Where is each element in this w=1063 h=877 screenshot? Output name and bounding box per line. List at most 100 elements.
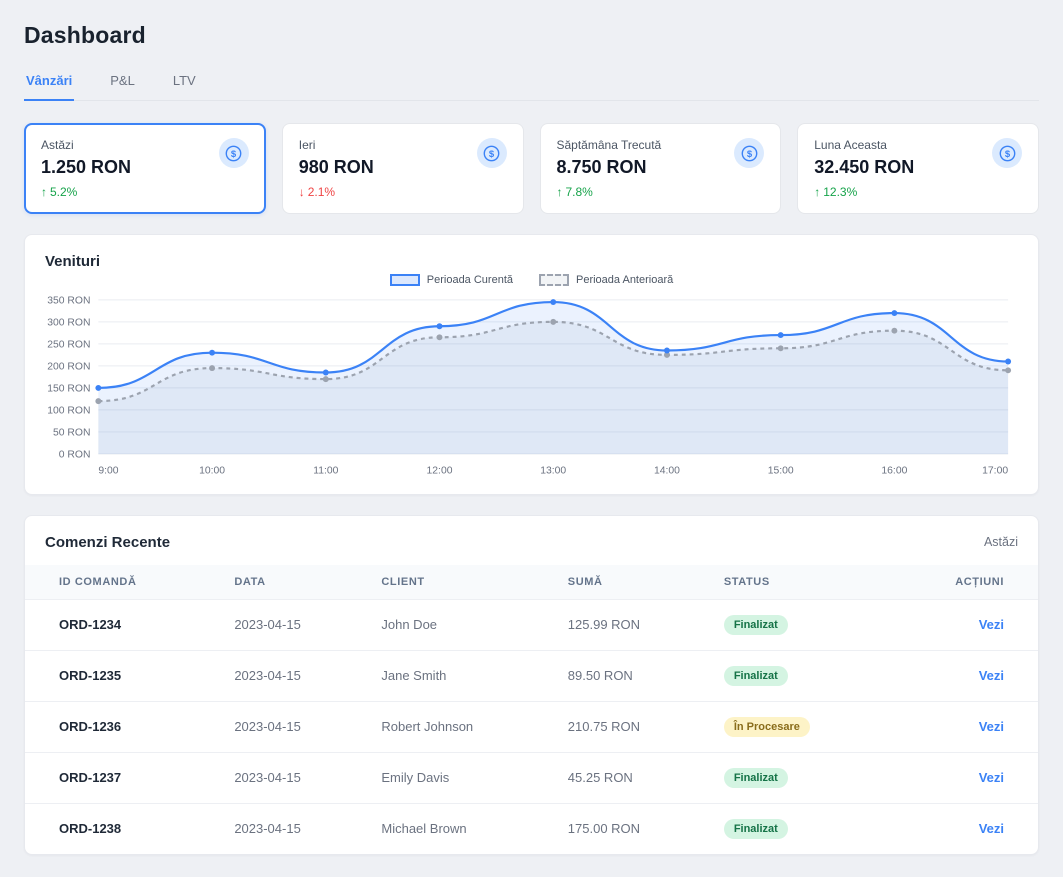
view-order-link[interactable]: Vezi xyxy=(979,617,1004,632)
orders-table: ID Comandă Data Client Sumă Status Acțiu… xyxy=(25,565,1038,854)
order-amount: 89.50 RON xyxy=(554,650,710,701)
chart-legend: Perioada Curentă Perioada Anterioară xyxy=(45,274,1018,286)
stat-card-yesterday[interactable]: Ieri 980 RON ↓ 2.1% $ xyxy=(282,123,524,214)
stat-change-value: 7.8% xyxy=(566,185,593,199)
stat-card-today[interactable]: Astăzi 1.250 RON ↑ 5.2% $ xyxy=(24,123,266,214)
table-row: ORD-1236 2023-04-15 Robert Johnson 210.7… xyxy=(25,701,1038,752)
chart-title: Venituri xyxy=(45,253,1018,270)
legend-swatch-solid xyxy=(390,274,420,286)
tab-bar: Vânzări P&L LTV xyxy=(24,69,1039,101)
svg-text:300 RON: 300 RON xyxy=(47,317,90,328)
stat-change: ↓ 2.1% xyxy=(299,185,374,199)
order-date: 2023-04-15 xyxy=(220,599,367,650)
svg-text:14:00: 14:00 xyxy=(654,466,680,477)
stat-label: Luna Aceasta xyxy=(814,138,914,152)
legend-swatch-dashed xyxy=(539,274,569,286)
svg-text:150 RON: 150 RON xyxy=(47,383,90,394)
table-row: ORD-1234 2023-04-15 John Doe 125.99 RON … xyxy=(25,599,1038,650)
recent-orders-card: Comenzi Recente Astăzi ID Comandă Data C… xyxy=(24,515,1039,855)
col-header-amount: Sumă xyxy=(554,565,710,600)
dollar-circle-icon: $ xyxy=(734,138,764,168)
stat-change-value: 5.2% xyxy=(50,185,77,199)
order-amount: 210.75 RON xyxy=(554,701,710,752)
order-id: ORD-1238 xyxy=(25,803,220,854)
legend-item-previous-period[interactable]: Perioada Anterioară xyxy=(539,274,673,286)
revenue-line-chart: 0 RON50 RON100 RON150 RON200 RON250 RON3… xyxy=(45,288,1018,482)
dollar-circle-icon: $ xyxy=(219,138,249,168)
col-header-order-id: ID Comandă xyxy=(25,565,220,600)
stat-card-last-week[interactable]: Săptămâna Trecută 8.750 RON ↑ 7.8% $ xyxy=(540,123,782,214)
svg-text:$: $ xyxy=(231,149,237,160)
order-amount: 175.00 RON xyxy=(554,803,710,854)
svg-text:0 RON: 0 RON xyxy=(59,449,91,460)
trend-up-icon: ↑ xyxy=(41,185,47,199)
dashboard-page: Dashboard Vânzări P&L LTV Astăzi 1.250 R… xyxy=(0,0,1063,877)
orders-period-label: Astăzi xyxy=(984,535,1018,549)
svg-text:16:00: 16:00 xyxy=(881,466,907,477)
status-badge: Finalizat xyxy=(724,615,788,635)
status-badge: Finalizat xyxy=(724,666,788,686)
order-amount: 45.25 RON xyxy=(554,752,710,803)
view-order-link[interactable]: Vezi xyxy=(979,719,1004,734)
tab-ltv[interactable]: LTV xyxy=(171,69,198,101)
tab-vanzari[interactable]: Vânzări xyxy=(24,69,74,101)
svg-text:250 RON: 250 RON xyxy=(47,339,90,350)
table-row: ORD-1235 2023-04-15 Jane Smith 89.50 RON… xyxy=(25,650,1038,701)
order-client: Jane Smith xyxy=(367,650,553,701)
col-header-client: Client xyxy=(367,565,553,600)
order-client: Robert Johnson xyxy=(367,701,553,752)
order-id: ORD-1236 xyxy=(25,701,220,752)
stat-change-value: 12.3% xyxy=(823,185,857,199)
status-badge: Finalizat xyxy=(724,819,788,839)
view-order-link[interactable]: Vezi xyxy=(979,668,1004,683)
order-date: 2023-04-15 xyxy=(220,701,367,752)
chart-area: 0 RON50 RON100 RON150 RON200 RON250 RON3… xyxy=(45,288,1018,482)
stat-change-value: 2.1% xyxy=(308,185,335,199)
trend-up-icon: ↑ xyxy=(814,185,820,199)
svg-text:50 RON: 50 RON xyxy=(53,427,90,438)
col-header-date: Data xyxy=(220,565,367,600)
stat-value: 8.750 RON xyxy=(557,157,662,178)
page-title: Dashboard xyxy=(24,22,1039,49)
view-order-link[interactable]: Vezi xyxy=(979,821,1004,836)
svg-text:200 RON: 200 RON xyxy=(47,361,90,372)
stat-card-this-month[interactable]: Luna Aceasta 32.450 RON ↑ 12.3% $ xyxy=(797,123,1039,214)
table-row: ORD-1237 2023-04-15 Emily Davis 45.25 RO… xyxy=(25,752,1038,803)
stat-value: 980 RON xyxy=(299,157,374,178)
col-header-actions: Acțiuni xyxy=(887,565,1038,600)
order-id: ORD-1235 xyxy=(25,650,220,701)
order-client: John Doe xyxy=(367,599,553,650)
status-badge: În Procesare xyxy=(724,717,810,737)
trend-up-icon: ↑ xyxy=(557,185,563,199)
tab-pl[interactable]: P&L xyxy=(108,69,137,101)
status-badge: Finalizat xyxy=(724,768,788,788)
stat-value: 32.450 RON xyxy=(814,157,914,178)
table-row: ORD-1238 2023-04-15 Michael Brown 175.00… xyxy=(25,803,1038,854)
stat-value: 1.250 RON xyxy=(41,157,131,178)
dollar-circle-icon: $ xyxy=(992,138,1022,168)
legend-item-current-period[interactable]: Perioada Curentă xyxy=(390,274,513,286)
svg-text:350 RON: 350 RON xyxy=(47,295,90,306)
trend-down-icon: ↓ xyxy=(299,185,305,199)
svg-text:13:00: 13:00 xyxy=(540,466,566,477)
svg-text:9:00: 9:00 xyxy=(98,466,118,477)
order-date: 2023-04-15 xyxy=(220,752,367,803)
dollar-circle-icon: $ xyxy=(477,138,507,168)
stat-change: ↑ 7.8% xyxy=(557,185,662,199)
stat-change: ↑ 12.3% xyxy=(814,185,914,199)
orders-title: Comenzi Recente xyxy=(45,534,170,551)
stat-label: Săptămâna Trecută xyxy=(557,138,662,152)
svg-text:15:00: 15:00 xyxy=(768,466,794,477)
revenue-chart-card: Venituri Perioada Curentă Perioada Anter… xyxy=(24,234,1039,495)
svg-text:$: $ xyxy=(1004,149,1010,160)
stat-cards-row: Astăzi 1.250 RON ↑ 5.2% $ Ieri 980 RON ↓… xyxy=(24,123,1039,214)
order-client: Emily Davis xyxy=(367,752,553,803)
order-id: ORD-1234 xyxy=(25,599,220,650)
svg-text:11:00: 11:00 xyxy=(313,466,338,477)
legend-label: Perioada Curentă xyxy=(427,274,513,286)
svg-text:12:00: 12:00 xyxy=(427,466,453,477)
stat-label: Astăzi xyxy=(41,138,131,152)
order-client: Michael Brown xyxy=(367,803,553,854)
view-order-link[interactable]: Vezi xyxy=(979,770,1004,785)
svg-text:10:00: 10:00 xyxy=(199,466,225,477)
